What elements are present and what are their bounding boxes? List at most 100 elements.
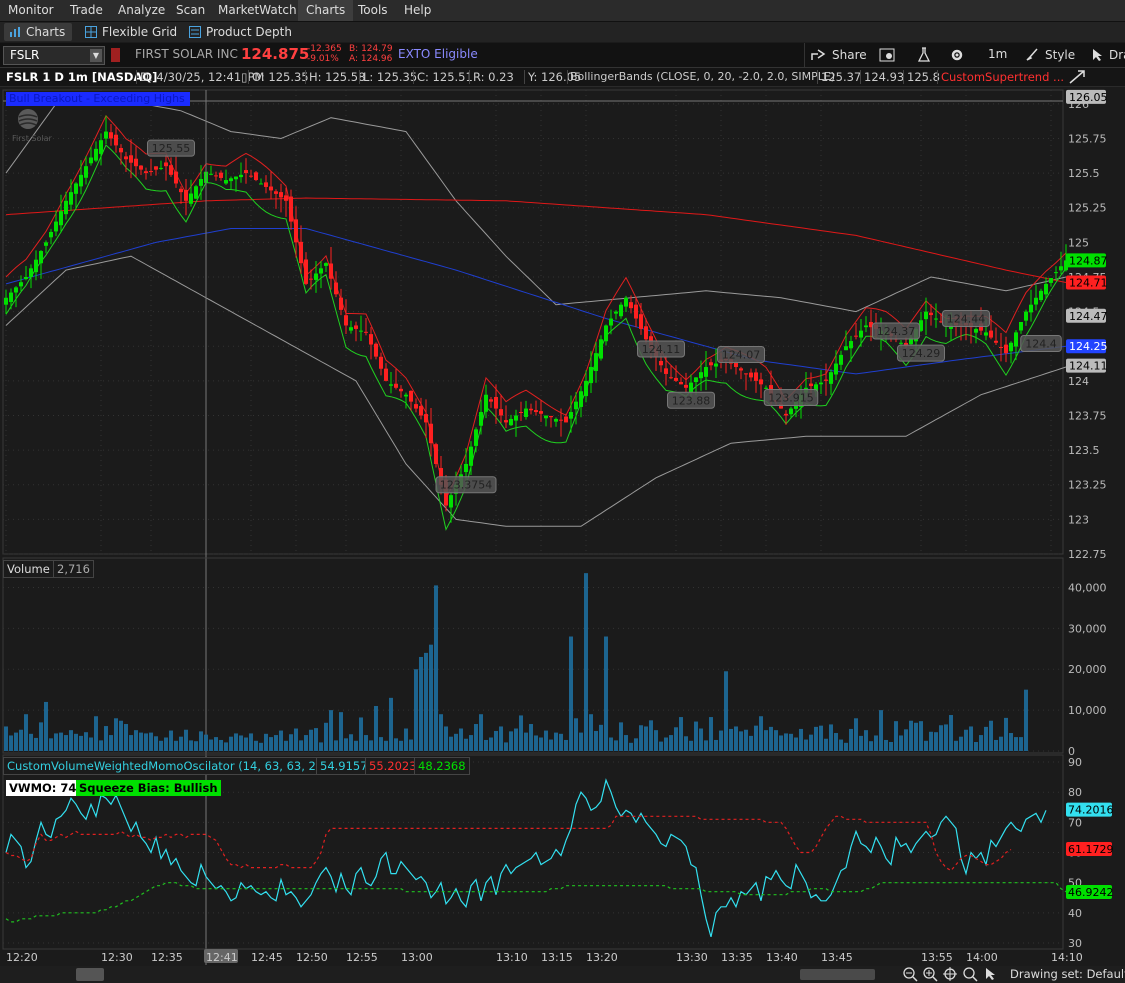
symbol-input[interactable]: FSLR ▼	[3, 46, 105, 65]
oscillator-axis-marker-label: 61.1729	[1068, 843, 1114, 856]
magnifier-icon[interactable]	[963, 967, 978, 982]
volume-bar	[294, 728, 298, 751]
menu-item-analyze[interactable]: Analyze	[110, 0, 173, 21]
chart-area[interactable]: 126125.75125.5125.25125124.75124.5124.25…	[0, 87, 1125, 966]
volume-bar	[199, 731, 203, 751]
candle-body	[744, 373, 748, 375]
volume-bar	[689, 740, 693, 751]
volume-bar	[614, 740, 618, 751]
time-tick-label: 12:45	[251, 951, 283, 964]
squeeze-badge: Squeeze Bias: Bullish	[76, 780, 221, 796]
oscillator-tick-label: 90	[1068, 756, 1082, 769]
volume-bar	[499, 726, 503, 751]
volume-bar	[264, 733, 268, 751]
volume-bar	[319, 742, 323, 751]
candle-body	[699, 372, 703, 379]
studies-flask-icon[interactable]	[917, 47, 931, 63]
volume-bar	[254, 740, 258, 751]
candle-body	[119, 148, 123, 153]
candle-body	[89, 157, 93, 164]
divider	[305, 70, 306, 84]
toolbar-divider	[804, 43, 805, 67]
volume-bar	[514, 728, 518, 751]
volume-bar	[469, 735, 473, 751]
volume-bar	[579, 732, 583, 751]
candle-body	[749, 372, 753, 378]
candle-body	[234, 176, 238, 180]
bar-open: O: 125.35	[252, 70, 309, 84]
bar-high: H: 125.58	[309, 70, 366, 84]
volume-bar	[779, 735, 783, 751]
menu-item-charts[interactable]: Charts	[298, 0, 354, 21]
horizontal-scrollbar[interactable]	[800, 969, 875, 980]
volume-bar	[984, 726, 988, 751]
candle-body	[604, 325, 608, 342]
expand-icon[interactable]	[1068, 69, 1086, 85]
divider	[248, 70, 249, 84]
candle-body	[929, 312, 933, 316]
candle-body	[34, 259, 38, 273]
drawing-set-label[interactable]: Drawing set: Default	[1010, 967, 1125, 981]
candle-body	[184, 189, 188, 201]
pointer-icon[interactable]	[985, 967, 997, 982]
volume-bar	[504, 742, 508, 751]
collapse-handle[interactable]	[76, 968, 104, 981]
candle-body	[389, 384, 393, 386]
price-annotation-label: 123.3754	[440, 479, 493, 492]
bar-date: D: 4/30/25, 12:41▯PM	[140, 70, 265, 84]
menu-item-tools[interactable]: Tools	[350, 0, 396, 21]
volume-bar	[659, 741, 663, 751]
candle-body	[644, 326, 648, 340]
volume-label: Volume	[3, 560, 54, 578]
tab-product-depth[interactable]: Product Depth	[184, 23, 298, 41]
menu-item-marketwatch[interactable]: MarketWatch	[210, 0, 305, 21]
candle-body	[109, 132, 113, 139]
oscillator-tick-label: 30	[1068, 937, 1082, 950]
volume-tick-label: 20,000	[1068, 663, 1107, 676]
tab-flexible-grid[interactable]: Flexible Grid	[80, 23, 183, 41]
price-tick-label: 123.5	[1068, 444, 1100, 457]
volume-bar	[104, 726, 108, 751]
volume-bar	[744, 729, 748, 751]
candle-body	[824, 379, 828, 381]
candle-body	[619, 304, 623, 317]
divider	[817, 70, 818, 84]
volume-bar	[539, 737, 543, 751]
zoom-out-icon[interactable]	[903, 967, 918, 982]
candle-body	[99, 140, 103, 154]
volume-bar	[394, 738, 398, 751]
oscillator-axis-marker-label: 74.2016	[1068, 804, 1114, 817]
volume-bar	[804, 739, 808, 751]
bottom-toolbar: Drawing set: Default	[0, 966, 1125, 983]
volume-bar	[54, 733, 58, 751]
chart-settings-icon[interactable]	[879, 48, 895, 62]
candle-body	[419, 405, 423, 416]
volume-bar	[909, 720, 913, 751]
crosshair-icon[interactable]	[943, 967, 958, 982]
tab-charts[interactable]: Charts	[4, 23, 72, 41]
gear-icon[interactable]	[950, 48, 964, 62]
zoom-in-icon[interactable]	[923, 967, 938, 982]
volume-bar	[324, 722, 328, 751]
chart-info-bar: FSLR 1 D 1m [NASDAQ] D: 4/30/25, 12:41▯P…	[0, 68, 1125, 87]
price-axis-marker-label: 124.11	[1069, 360, 1108, 373]
price-axis-marker-label: 124.25	[1069, 340, 1108, 353]
drawings-button[interactable]: Dra	[1092, 46, 1125, 64]
volume-bar	[139, 732, 143, 751]
link-color-icon[interactable]	[111, 48, 120, 62]
volume-tick-label: 10,000	[1068, 704, 1107, 717]
time-axis[interactable]: 12:20 12:30 12:35 12:41 12:45 12:50 12:55 13:00…	[6, 949, 1083, 964]
candle-body	[219, 172, 223, 178]
menu-item-monitor[interactable]: Monitor	[0, 0, 62, 21]
menu-item-trade[interactable]: Trade	[62, 0, 111, 21]
company-logo: First Solar	[12, 108, 62, 148]
volume-bar	[29, 733, 33, 751]
candle-body	[1029, 304, 1033, 313]
timeframe-selector[interactable]: 1m	[988, 47, 1007, 61]
menu-item-help[interactable]: Help	[396, 0, 439, 21]
menu-item-scan[interactable]: Scan	[168, 0, 213, 21]
candle-body	[344, 315, 348, 326]
candle-body	[384, 368, 388, 381]
chevron-down-icon[interactable]: ▼	[90, 49, 102, 62]
divider	[567, 70, 568, 84]
